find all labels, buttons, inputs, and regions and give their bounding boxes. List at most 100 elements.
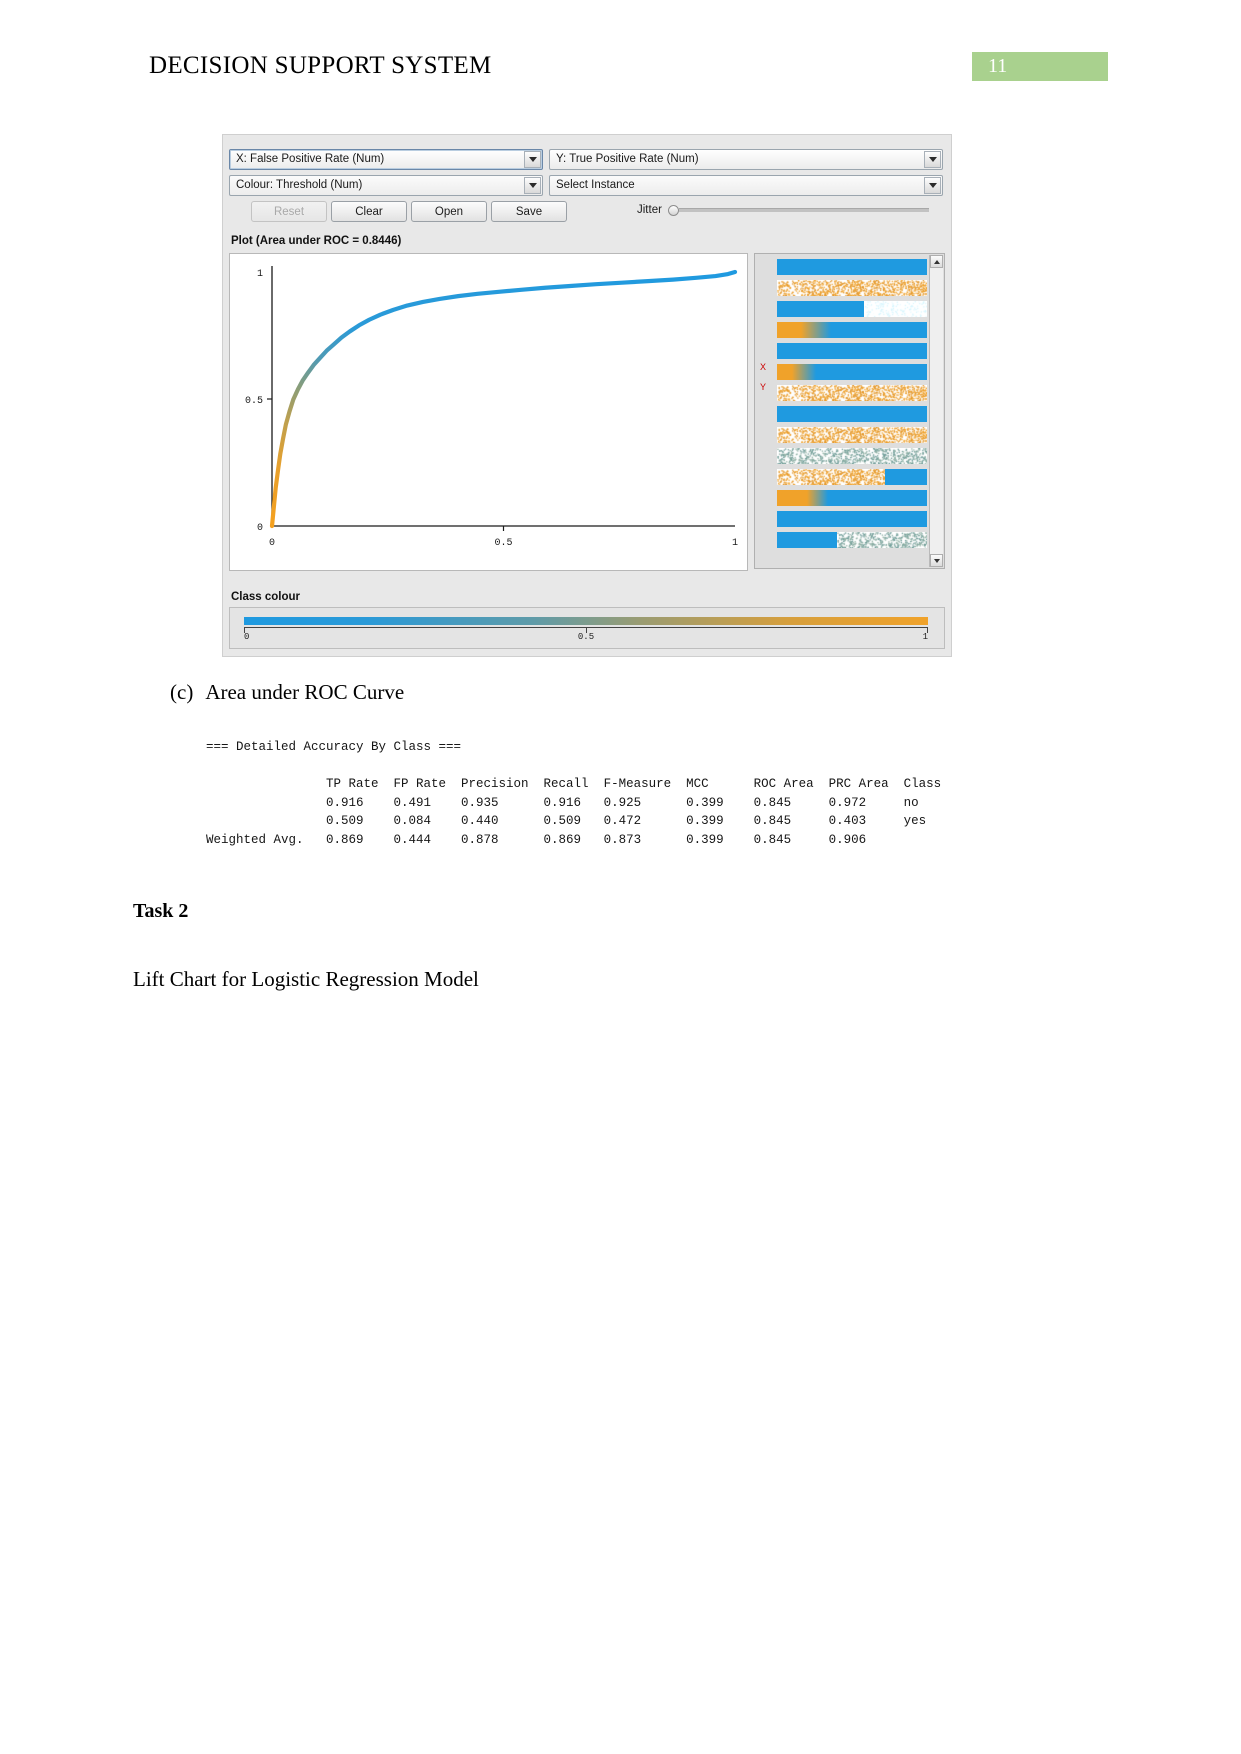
attribute-strip[interactable] [777, 490, 927, 506]
weka-threshold-curve-window: X: False Positive Rate (Num) Y: True Pos… [222, 134, 952, 657]
attribute-strip-list[interactable] [777, 259, 927, 559]
console-line: 0.916 0.491 0.935 0.916 0.925 0.399 0.84… [206, 794, 941, 813]
attribute-strip-segment [777, 322, 801, 338]
attribute-strip-segment [777, 448, 927, 464]
jitter-slider[interactable]: Jitter [637, 204, 929, 216]
class-colour-tick-labels: 0 0.5 1 [244, 632, 928, 646]
attribute-strip-segment [831, 322, 927, 338]
scroll-up-icon[interactable] [930, 255, 943, 268]
x-axis-dropdown-label: X: False Positive Rate (Num) [236, 153, 384, 165]
attribute-strip-segment [777, 511, 927, 527]
attribute-strip[interactable] [777, 301, 927, 317]
attribute-strip-segment [828, 490, 927, 506]
attribute-strip-segment [864, 301, 927, 317]
attribute-strip-segment [777, 364, 792, 380]
attribute-strip[interactable] [777, 364, 927, 380]
attribute-strip[interactable] [777, 280, 927, 296]
class-colour-gradient-bar [244, 617, 928, 625]
attribute-strip-segment [777, 280, 927, 296]
attribute-strip[interactable] [777, 469, 927, 485]
plot-title: Plot (Area under ROC = 0.8446) [231, 235, 401, 247]
attribute-strip-segment [777, 532, 837, 548]
console-line: TP Rate FP Rate Precision Recall F-Measu… [206, 775, 941, 794]
colour-dropdown[interactable]: Colour: Threshold (Num) [229, 175, 543, 196]
attribute-strip-segment [777, 301, 864, 317]
attribute-strip[interactable] [777, 427, 927, 443]
attribute-strip-segment [777, 259, 927, 275]
chevron-down-icon[interactable] [924, 151, 941, 168]
attribute-strip-segment [777, 427, 927, 443]
console-line [206, 757, 941, 776]
caption-number: (c) [170, 680, 193, 704]
page-number-badge: 11 [972, 52, 1108, 81]
y-axis-marker: Y [760, 382, 766, 392]
caption-text: Area under ROC Curve [205, 680, 404, 704]
colour-instance-row: Colour: Threshold (Num) Select Instance [229, 175, 945, 197]
attribute-strip-segment [777, 343, 927, 359]
roc-curve-chart: 0 0.5 1 0 0.5 1 [230, 254, 745, 568]
attribute-strip[interactable] [777, 259, 927, 275]
page-header: DECISION SUPPORT SYSTEM 11 [0, 0, 1241, 100]
axis-selectors-row: X: False Positive Rate (Num) Y: True Pos… [229, 149, 945, 171]
attribute-strip-segment [777, 406, 927, 422]
console-line: 0.509 0.084 0.440 0.509 0.472 0.399 0.84… [206, 812, 941, 831]
attribute-strip[interactable] [777, 511, 927, 527]
detailed-accuracy-output: === Detailed Accuracy By Class === TP Ra… [206, 738, 941, 849]
colour-dropdown-label: Colour: Threshold (Num) [236, 179, 362, 191]
svg-text:0.5: 0.5 [245, 396, 263, 407]
class-colour-panel: 0 0.5 1 [229, 607, 945, 649]
chevron-down-icon[interactable] [524, 177, 541, 194]
console-line: Weighted Avg. 0.869 0.444 0.878 0.869 0.… [206, 831, 941, 850]
attribute-strip-segment [777, 385, 927, 401]
select-instance-dropdown-label: Select Instance [556, 179, 635, 191]
jitter-slider-handle[interactable] [668, 205, 679, 216]
task-heading: Task 2 [133, 900, 188, 923]
jitter-label: Jitter [637, 204, 662, 216]
select-instance-dropdown[interactable]: Select Instance [549, 175, 943, 196]
x-axis-marker: X [760, 362, 766, 372]
class-colour-tick: 1 [923, 632, 928, 642]
body-paragraph: Lift Chart for Logistic Regression Model [133, 967, 479, 992]
page-title: DECISION SUPPORT SYSTEM [149, 52, 492, 80]
y-axis-dropdown-label: Y: True Positive Rate (Num) [556, 153, 699, 165]
attribute-strip-segment [885, 469, 927, 485]
console-line: === Detailed Accuracy By Class === [206, 738, 941, 757]
attribute-panel-scrollbar[interactable] [929, 255, 943, 567]
svg-text:1: 1 [732, 538, 738, 549]
attribute-preview-panel[interactable]: X Y [754, 253, 945, 569]
attribute-strip-segment [801, 322, 831, 338]
attribute-strip-segment [777, 469, 885, 485]
reset-button[interactable]: Reset [251, 201, 327, 222]
attribute-strip-segment [792, 364, 816, 380]
clear-button[interactable]: Clear [331, 201, 407, 222]
svg-text:0: 0 [269, 538, 275, 549]
plot-panel: 0 0.5 1 0 0.5 1 X Y [229, 253, 945, 571]
figure-caption: (c) Area under ROC Curve [170, 680, 404, 705]
attribute-strip-segment [837, 532, 927, 548]
chevron-down-icon[interactable] [524, 151, 541, 168]
class-colour-tick: 0 [244, 632, 249, 642]
attribute-strip-segment [807, 490, 828, 506]
attribute-strip[interactable] [777, 385, 927, 401]
attribute-strip-segment [777, 490, 807, 506]
attribute-strip[interactable] [777, 406, 927, 422]
svg-text:0: 0 [257, 523, 263, 534]
chevron-down-icon[interactable] [924, 177, 941, 194]
action-buttons-row: Reset Clear Open Save Jitter [229, 201, 945, 225]
scroll-down-icon[interactable] [930, 554, 943, 567]
attribute-strip[interactable] [777, 343, 927, 359]
jitter-slider-track[interactable] [679, 208, 929, 212]
attribute-strip[interactable] [777, 322, 927, 338]
open-button[interactable]: Open [411, 201, 487, 222]
svg-text:0.5: 0.5 [494, 538, 512, 549]
class-colour-tick: 0.5 [578, 632, 594, 642]
page-number-text: 11 [988, 55, 1007, 78]
x-axis-dropdown[interactable]: X: False Positive Rate (Num) [229, 149, 543, 170]
y-axis-dropdown[interactable]: Y: True Positive Rate (Num) [549, 149, 943, 170]
attribute-strip-segment [816, 364, 927, 380]
save-button[interactable]: Save [491, 201, 567, 222]
roc-plot-area[interactable]: 0 0.5 1 0 0.5 1 [229, 253, 748, 571]
attribute-strip[interactable] [777, 532, 927, 548]
svg-text:1: 1 [257, 269, 263, 280]
attribute-strip[interactable] [777, 448, 927, 464]
